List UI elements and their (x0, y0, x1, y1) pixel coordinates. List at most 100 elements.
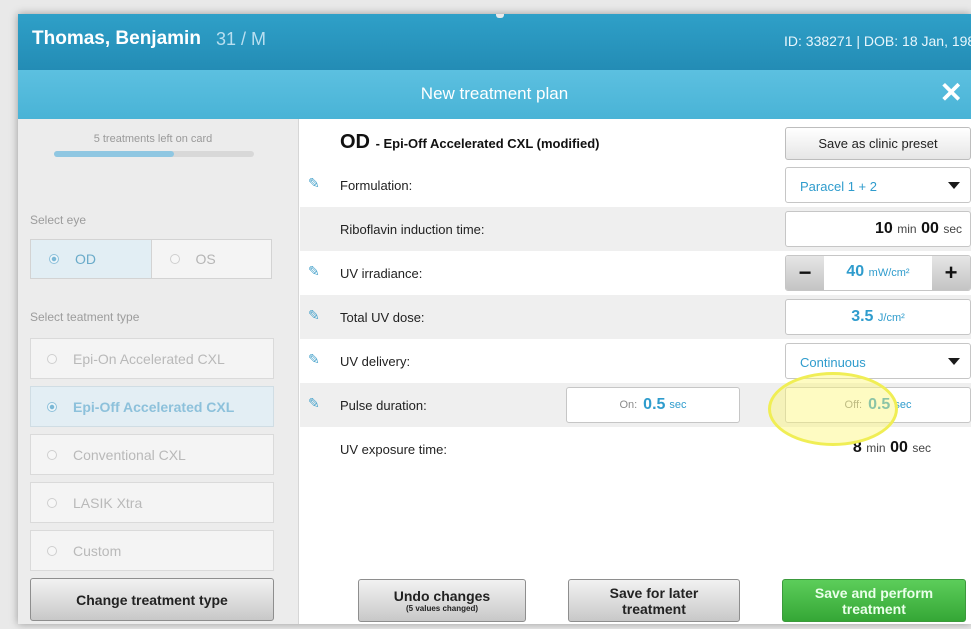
dropdown-arrow-icon (948, 182, 960, 189)
radio-selected-icon (49, 254, 59, 264)
treatments-progress-fill (54, 151, 174, 157)
induction-min-unit: min (897, 222, 917, 236)
eye-selector: OD OS (30, 239, 272, 279)
pencil-icon: ✎ (308, 351, 320, 367)
radio-icon (169, 254, 180, 264)
induction-time-value: 10 min 00 sec (875, 220, 962, 238)
type-option-label: Epi-On Accelerated CXL (73, 350, 225, 367)
pulse-label: Pulse duration: (340, 398, 427, 413)
undo-label: Undo changes (393, 588, 491, 604)
type-option-epi-off[interactable]: Epi-Off Accelerated CXL (30, 386, 274, 427)
dose-value: 3.5 J/cm² (786, 308, 970, 326)
save-for-later-button[interactable]: Save for later treatment (568, 579, 740, 622)
save-later-line2: treatment (622, 600, 686, 617)
irradiance-row: ✎ UV irradiance: − 40 mW/cm² + (300, 251, 971, 295)
select-type-label: Select teatment type (30, 310, 140, 324)
increase-irradiance-button[interactable]: + (932, 256, 970, 290)
dose-field[interactable]: 3.5 J/cm² (785, 299, 971, 335)
exposure-row: UV exposure time: 8 min 00 sec (300, 427, 971, 471)
formulation-label: Formulation: (340, 178, 413, 193)
type-option-epi-on[interactable]: Epi-On Accelerated CXL (30, 338, 274, 379)
dose-row: ✎ Total UV dose: 3.5 J/cm² (300, 295, 971, 339)
delivery-label: UV delivery: (340, 354, 411, 369)
save-clinic-preset-button[interactable]: Save as clinic preset (785, 127, 971, 160)
select-eye-label: Select eye (30, 213, 87, 227)
induction-sec-unit: sec (943, 222, 962, 236)
pencil-icon: ✎ (308, 175, 320, 191)
title-bar: New treatment plan ✕ (18, 70, 971, 119)
save-and-perform-button[interactable]: Save and perform treatment (782, 579, 966, 622)
patient-age-sex: 31 / M (216, 29, 267, 49)
irradiance-value: 40 mW/cm² (824, 263, 932, 281)
dose-number: 3.5 (851, 308, 874, 325)
radio-icon (47, 353, 57, 364)
patient-header: Thomas, Benjamin 31 / M ID: 338271 | DOB… (18, 14, 971, 70)
delivery-row: ✎ UV delivery: Continuous (300, 339, 971, 383)
type-option-label: Custom (73, 542, 122, 559)
treatments-progress-bar (54, 151, 254, 157)
close-icon[interactable]: ✕ (940, 78, 963, 108)
exposure-minutes: 8 (852, 439, 862, 456)
exposure-sec-unit: sec (912, 441, 931, 455)
radio-selected-icon (47, 401, 57, 412)
save-later-line1: Save for later (609, 584, 699, 601)
perform-line1: Save and perform (814, 584, 934, 601)
pencil-icon: ✎ (308, 263, 320, 279)
undo-sublabel: (5 values changed) (405, 604, 479, 613)
induction-label: Riboflavin induction time: (340, 222, 485, 237)
pulse-on-field[interactable]: On: 0.5 sec (566, 387, 740, 423)
delivery-select[interactable]: Continuous (785, 343, 971, 379)
camera-notch (496, 14, 504, 18)
exposure-time-value: 8 min 00 sec (853, 439, 931, 457)
pencil-icon: ✎ (308, 395, 320, 411)
type-option-label: Conventional CXL (73, 446, 186, 463)
radio-icon (47, 449, 57, 460)
delivery-value: Continuous (800, 355, 866, 370)
treatments-left-label: 5 treatments left on card (93, 133, 213, 145)
pulse-off-unit: sec (894, 399, 912, 411)
induction-minutes: 10 (875, 220, 893, 237)
plan-eye: OD (340, 131, 370, 153)
pulse-on-value: 0.5 (643, 396, 666, 413)
eye-option-os[interactable]: OS (152, 240, 272, 278)
exposure-seconds: 00 (890, 439, 908, 456)
change-treatment-type-button[interactable]: Change treatment type (30, 578, 274, 621)
eye-option-label: OS (195, 251, 216, 267)
pulse-row: ✎ Pulse duration: On: 0.5 sec Off: 0.5 s… (300, 383, 971, 427)
pulse-on-label: On: (619, 399, 638, 411)
patient-id-dob: ID: 338271 | DOB: 18 Jan, 1985 (784, 33, 971, 49)
type-option-custom[interactable]: Custom (30, 530, 274, 571)
treatment-plan-panel: OD - Epi-Off Accelerated CXL (modified) … (300, 119, 971, 624)
exposure-label: UV exposure time: (340, 442, 447, 457)
induction-time-field[interactable]: 10 min 00 sec (785, 211, 971, 247)
formulation-row: ✎ Formulation: Paracel 1 + 2 (300, 163, 971, 207)
radio-icon (47, 545, 57, 556)
irradiance-unit: mW/cm² (868, 267, 910, 279)
exposure-min-unit: min (866, 441, 886, 455)
undo-changes-button[interactable]: Undo changes (5 values changed) (358, 579, 526, 622)
page-title: New treatment plan (420, 84, 569, 103)
app-window: Thomas, Benjamin 31 / M ID: 338271 | DOB… (18, 14, 971, 624)
dropdown-arrow-icon (948, 358, 960, 365)
type-option-conventional[interactable]: Conventional CXL (30, 434, 274, 475)
sidebar: 5 treatments left on card Select eye OD … (18, 119, 299, 624)
pulse-off-value: 0.5 (868, 396, 891, 413)
dose-label: Total UV dose: (340, 310, 425, 325)
type-option-lasik-xtra[interactable]: LASIK Xtra (30, 482, 274, 523)
formulation-select[interactable]: Paracel 1 + 2 (785, 167, 971, 203)
pulse-off-field[interactable]: Off: 0.5 sec (785, 387, 971, 423)
type-option-label: LASIK Xtra (73, 494, 143, 511)
eye-option-od[interactable]: OD (31, 240, 152, 278)
decrease-irradiance-button[interactable]: − (786, 256, 824, 290)
patient-name: Thomas, Benjamin (32, 28, 201, 49)
pencil-icon: ✎ (308, 307, 320, 323)
irradiance-stepper: − 40 mW/cm² + (785, 255, 971, 291)
type-option-label: Epi-Off Accelerated CXL (73, 398, 235, 415)
dose-unit: J/cm² (877, 312, 905, 324)
pulse-off-label: Off: (844, 399, 863, 411)
radio-icon (47, 497, 57, 508)
eye-option-label: OD (75, 251, 96, 267)
plan-name: - Epi-Off Accelerated CXL (modified) (375, 136, 600, 151)
irradiance-label: UV irradiance: (340, 266, 423, 281)
plan-title: OD - Epi-Off Accelerated CXL (modified) (340, 131, 599, 154)
